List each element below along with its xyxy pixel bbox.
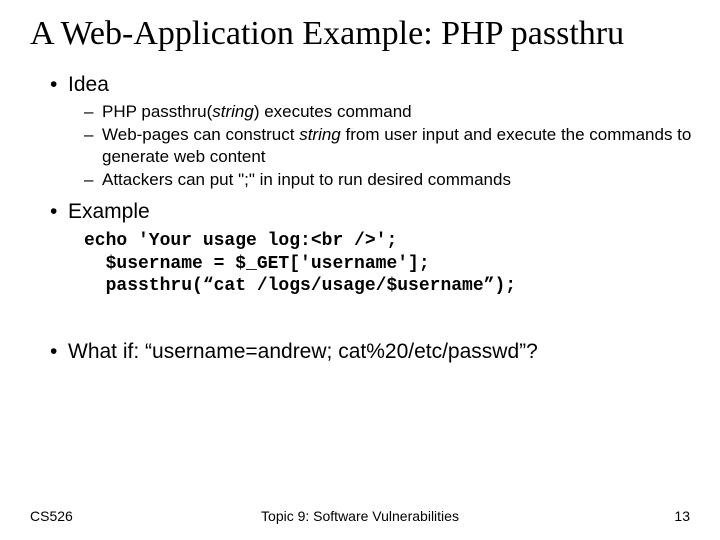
dash-icon: – — [84, 169, 102, 190]
sub-text-italic: string — [299, 125, 341, 144]
bullet-example-label: Example — [68, 200, 150, 224]
sub-text-pre: Attackers can put ";" in input to run de… — [102, 170, 511, 189]
bullet-whatif-label: What if: “username=andrew; cat%20/etc/pa… — [68, 340, 538, 364]
bullet-idea-label: Idea — [68, 73, 109, 97]
sub-item: – Attackers can put ";" in input to run … — [84, 169, 720, 190]
bullet-whatif: • What if: “username=andrew; cat%20/etc/… — [50, 340, 720, 364]
sub-item: – PHP passthru(string) executes command — [84, 101, 720, 122]
bullet-example: • Example — [50, 200, 720, 224]
sub-text: PHP passthru(string) executes command — [102, 101, 412, 122]
slide-body: • Idea – PHP passthru(string) executes c… — [0, 53, 720, 364]
sub-text-pre: Web-pages can construct — [102, 125, 299, 144]
dash-icon: – — [84, 101, 102, 122]
sub-text-post: ) executes command — [254, 102, 412, 121]
footer: CS526 Topic 9: Software Vulnerabilities … — [30, 508, 690, 524]
code-block: echo 'Your usage log:<br />'; $username … — [84, 230, 720, 298]
bullet-dot-icon: • — [50, 340, 68, 364]
dash-icon: – — [84, 124, 102, 167]
slide-title: A Web-Application Example: PHP passthru — [0, 0, 720, 53]
sub-item: – Web-pages can construct string from us… — [84, 124, 720, 167]
slide: A Web-Application Example: PHP passthru … — [0, 0, 720, 540]
bullet-idea: • Idea — [50, 73, 720, 97]
sub-text-italic: string — [212, 102, 254, 121]
sub-text-pre: PHP passthru( — [102, 102, 212, 121]
footer-center: Topic 9: Software Vulnerabilities — [30, 508, 690, 524]
bullet-dot-icon: • — [50, 73, 68, 97]
sub-text: Web-pages can construct string from user… — [102, 124, 720, 167]
sub-text: Attackers can put ";" in input to run de… — [102, 169, 511, 190]
bullet-dot-icon: • — [50, 200, 68, 224]
